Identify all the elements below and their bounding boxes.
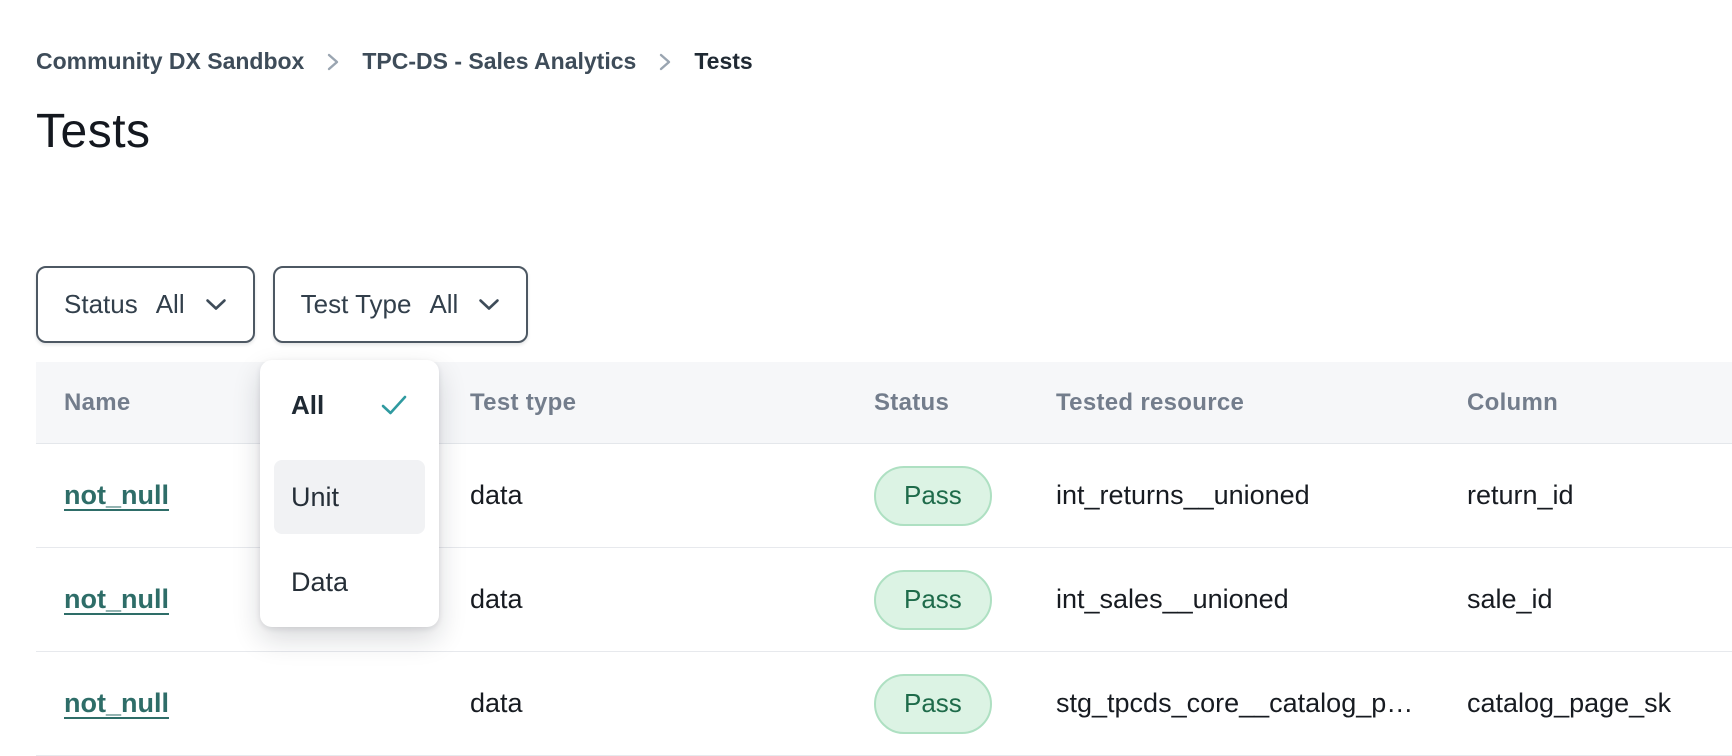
- chevron-down-icon: [478, 298, 500, 311]
- test-type-cell: data: [470, 688, 874, 719]
- table-row: not_null data Pass stg_tpcds_core__catal…: [36, 652, 1732, 756]
- test-type-filter-button[interactable]: Test Type All: [273, 266, 529, 343]
- test-type-cell: data: [470, 480, 874, 511]
- column-header-status: Status: [874, 389, 1056, 417]
- column-header-column: Column: [1467, 389, 1732, 417]
- test-name-link[interactable]: not_null: [64, 480, 169, 510]
- dropdown-option-label: Unit: [291, 482, 339, 513]
- test-type-filter-value: All: [429, 289, 458, 320]
- dropdown-option-label: Data: [291, 567, 348, 598]
- tested-resource-cell: stg_tpcds_core__catalog_p…: [1056, 688, 1467, 719]
- page-title: Tests: [36, 104, 151, 159]
- breadcrumb-item-environment[interactable]: TPC-DS - Sales Analytics: [362, 48, 636, 75]
- breadcrumb-item-project[interactable]: Community DX Sandbox: [36, 48, 304, 75]
- column-cell: catalog_page_sk: [1467, 688, 1732, 719]
- status-badge: Pass: [874, 674, 992, 734]
- column-header-tested-resource: Tested resource: [1056, 389, 1467, 417]
- status-filter-value: All: [156, 289, 185, 320]
- breadcrumb: Community DX Sandbox TPC-DS - Sales Anal…: [36, 48, 753, 75]
- status-badge: Pass: [874, 466, 992, 526]
- test-type-dropdown-menu: All Unit Data: [260, 360, 439, 627]
- dropdown-option-label: All: [291, 390, 324, 421]
- chevron-right-icon: [658, 50, 672, 74]
- check-icon: [380, 394, 408, 416]
- column-cell: sale_id: [1467, 584, 1732, 615]
- status-badge: Pass: [874, 570, 992, 630]
- chevron-down-icon: [205, 298, 227, 311]
- status-filter-label: Status: [64, 289, 138, 320]
- breadcrumb-item-tests: Tests: [694, 48, 752, 75]
- column-cell: return_id: [1467, 480, 1732, 511]
- tested-resource-cell: int_returns__unioned: [1056, 480, 1467, 511]
- dropdown-option-all[interactable]: All: [274, 376, 425, 434]
- column-header-test-type: Test type: [470, 389, 874, 417]
- filter-bar: Status All Test Type All: [36, 266, 528, 343]
- tested-resource-cell: int_sales__unioned: [1056, 584, 1467, 615]
- test-type-cell: data: [470, 584, 874, 615]
- dropdown-option-data[interactable]: Data: [274, 553, 425, 611]
- status-filter-button[interactable]: Status All: [36, 266, 255, 343]
- test-name-link[interactable]: not_null: [64, 584, 169, 614]
- dropdown-option-unit[interactable]: Unit: [274, 460, 425, 534]
- test-name-link[interactable]: not_null: [64, 688, 169, 718]
- test-type-filter-label: Test Type: [301, 289, 412, 320]
- chevron-right-icon: [326, 50, 340, 74]
